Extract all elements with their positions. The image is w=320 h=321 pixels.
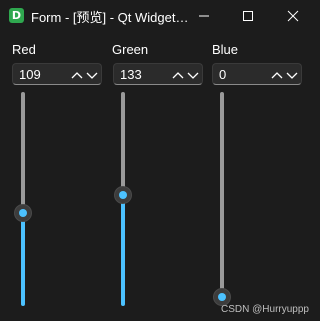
green-down-arrow-icon[interactable]	[186, 69, 200, 81]
blue-slider-groove	[220, 92, 224, 297]
window-title: Form - [预览] - Qt Widget…	[31, 10, 189, 25]
green-slider-fill	[121, 195, 125, 306]
red-label: Red	[12, 42, 36, 57]
blue-label: Blue	[212, 42, 239, 57]
red-slider-fill	[21, 213, 25, 306]
close-button[interactable]	[270, 0, 316, 32]
maximize-button[interactable]	[225, 0, 271, 32]
green-label: Green	[112, 42, 149, 57]
green-slider-groove	[121, 92, 125, 195]
green-slider-handle[interactable]	[114, 186, 132, 204]
close-icon	[287, 10, 299, 22]
blue-value[interactable]: 0	[219, 67, 226, 82]
green-value[interactable]: 133	[120, 67, 142, 82]
blue-up-arrow-icon[interactable]	[270, 69, 284, 81]
blue-slider[interactable]	[212, 92, 232, 306]
minimize-icon	[199, 15, 209, 17]
minimize-button[interactable]	[181, 0, 227, 32]
watermark: CSDN @Hurryuppp	[221, 304, 309, 315]
app-icon: D	[9, 8, 24, 23]
blue-down-arrow-icon[interactable]	[285, 69, 299, 81]
red-down-arrow-icon[interactable]	[85, 69, 99, 81]
blue-spinbox[interactable]: 0	[212, 63, 302, 85]
maximize-icon	[243, 11, 253, 21]
red-value[interactable]: 109	[19, 67, 41, 82]
red-slider-groove	[21, 92, 25, 213]
red-slider[interactable]	[13, 92, 33, 306]
title-bar[interactable]: D Form - [预览] - Qt Widget…	[0, 0, 317, 32]
green-up-arrow-icon[interactable]	[171, 69, 185, 81]
green-spinbox[interactable]: 133	[113, 63, 203, 85]
red-slider-handle[interactable]	[14, 204, 32, 222]
red-spinbox[interactable]: 109	[12, 63, 102, 85]
red-up-arrow-icon[interactable]	[70, 69, 84, 81]
green-slider[interactable]	[113, 92, 133, 306]
